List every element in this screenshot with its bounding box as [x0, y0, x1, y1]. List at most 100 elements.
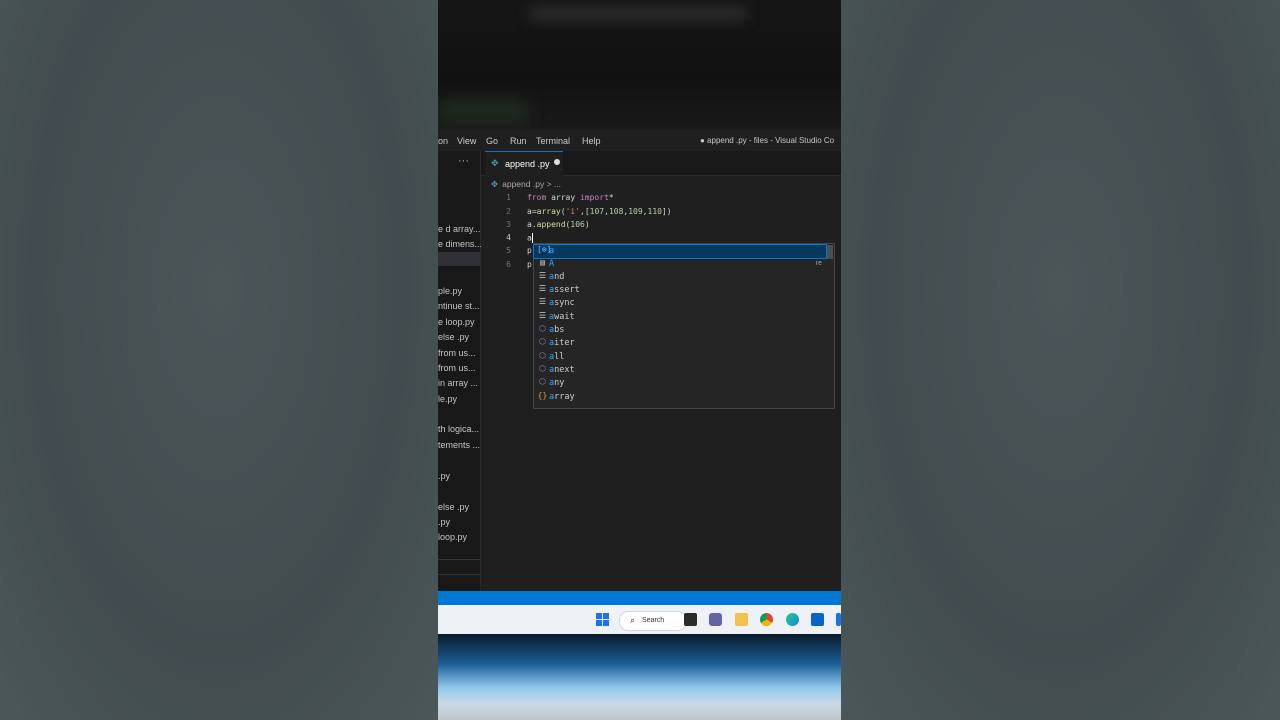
keyword-icon: ☰ [538, 284, 547, 293]
python-file-icon: ✥ [491, 158, 499, 168]
chrome-icon[interactable] [760, 613, 773, 626]
text-cursor [531, 233, 533, 243]
teams-icon[interactable] [709, 613, 722, 626]
breadcrumb-separator: > [546, 179, 552, 189]
menu-item-go[interactable]: Go [486, 136, 498, 146]
suggestion-item[interactable]: ☰ async [534, 297, 826, 310]
suggestion-item[interactable]: ⬡ abs [534, 324, 826, 337]
line-number: 3 [506, 220, 511, 229]
right-blurred-backdrop [841, 0, 1280, 720]
function-icon: ⬡ [539, 324, 546, 333]
blurred-bottom-area [438, 634, 841, 720]
suggestion-label: abs [549, 325, 565, 335]
left-blurred-backdrop [0, 0, 438, 720]
suggestion-item[interactable]: ⬡ any [534, 377, 826, 390]
suggestion-item[interactable]: ⬡ aiter [534, 337, 826, 350]
explorer-file[interactable]: le.py [438, 394, 457, 404]
store-icon[interactable] [836, 613, 841, 626]
suggestion-widget: [⊗] a ▤ A re ☰ and ☰ assert ☰ async ☰ aw… [533, 243, 835, 409]
explorer-file[interactable]: .py [438, 517, 450, 527]
module-icon: {} [537, 391, 548, 400]
suggestion-label: and [549, 272, 565, 282]
line-number: 2 [506, 207, 511, 216]
search-icon: ⌕ [630, 615, 636, 625]
code-line-6[interactable]: p [527, 260, 532, 269]
explorer-file[interactable]: from us... [438, 348, 476, 358]
more-actions-icon[interactable]: ··· [458, 155, 469, 167]
explorer-file[interactable]: loop.py [438, 532, 467, 542]
explorer-file[interactable]: tements ... [438, 440, 480, 450]
explorer-file[interactable]: from us... [438, 363, 476, 373]
divider [438, 559, 480, 560]
breadcrumb-file[interactable]: append .py [502, 179, 544, 189]
suggestion-label: a [549, 246, 555, 256]
code-line-1[interactable]: from array import* [527, 193, 614, 202]
class-icon: ▤ [540, 258, 545, 267]
menu-item-help[interactable]: Help [582, 136, 601, 146]
keyword-icon: ☰ [538, 271, 547, 280]
suggestion-item[interactable]: ▤ A re [534, 258, 826, 271]
search-label: Search [642, 617, 665, 624]
suggestion-label: await [549, 312, 575, 322]
suggestion-item[interactable]: ⬡ all [534, 351, 826, 364]
explorer-file[interactable]: .py [438, 471, 450, 481]
taskbar-search[interactable]: ⌕ Search [619, 611, 687, 631]
explorer-file[interactable]: ntinue st... [438, 301, 480, 311]
divider [438, 574, 480, 575]
explorer-file[interactable]: e loop.py [438, 317, 475, 327]
suggestion-label: async [549, 298, 575, 308]
suggestion-item[interactable]: {} array [534, 391, 826, 404]
menu-item-view[interactable]: View [457, 136, 476, 146]
edge-icon[interactable] [786, 613, 799, 626]
breadcrumb-more[interactable]: ... [554, 179, 561, 189]
explorer-file[interactable]: else .py [438, 502, 469, 512]
explorer-file[interactable]: ple.py [438, 286, 462, 296]
explorer-file[interactable]: in array ... [438, 378, 478, 388]
python-file-icon: ✥ [491, 179, 499, 189]
file-explorer-icon[interactable] [735, 613, 748, 626]
suggestion-label: all [549, 352, 565, 362]
suggestion-detail: re [815, 260, 822, 267]
suggestion-label: aiter [549, 338, 575, 348]
taskbar: ⌕ Search [438, 605, 841, 634]
variable-icon: [⊗] [537, 245, 552, 254]
breadcrumb: ✥ append .py > ... [491, 179, 561, 190]
function-icon: ⬡ [539, 364, 546, 373]
task-view-icon[interactable] [684, 613, 697, 626]
code-line-4[interactable]: a [527, 233, 533, 243]
code-line-3[interactable]: a.append(106) [527, 220, 590, 229]
code-line-5[interactable]: p [527, 246, 532, 255]
menu-item-run[interactable]: Run [510, 136, 527, 146]
line-number: 1 [506, 193, 511, 202]
blurred-top-area [438, 0, 841, 130]
mail-icon[interactable] [811, 613, 824, 626]
function-icon: ⬡ [539, 377, 546, 386]
tab-append-py[interactable]: ✥ append .py [485, 151, 563, 176]
menu-bar: on View Go Run Terminal Help ● append .p… [438, 130, 841, 151]
suggestion-item[interactable]: ⬡ anext [534, 364, 826, 377]
line-number: 4 [506, 233, 511, 242]
explorer-file[interactable]: else .py [438, 332, 469, 342]
suggestion-item[interactable]: ☰ await [534, 311, 826, 324]
suggestion-label: any [549, 378, 565, 388]
suggestion-item[interactable]: ☰ and [534, 271, 826, 284]
keyword-icon: ☰ [538, 311, 547, 320]
explorer-file[interactable]: e d array... [438, 224, 480, 234]
suggestion-item[interactable]: ☰ assert [534, 284, 826, 297]
line-number: 6 [506, 260, 511, 269]
line-number: 5 [506, 246, 511, 255]
menu-item-terminal[interactable]: Terminal [536, 136, 570, 146]
code-line-2[interactable]: a=array('i',[107,108,109,110]) [527, 207, 672, 216]
suggestion-label: assert [549, 285, 580, 295]
menu-item-selection[interactable]: on [438, 136, 448, 146]
unsaved-dot-icon[interactable] [554, 159, 560, 165]
suggestion-label: array [549, 392, 575, 402]
explorer-file[interactable]: th logica... [438, 424, 479, 434]
suggestion-scrollbar[interactable] [827, 245, 833, 259]
keyword-icon: ☰ [538, 297, 547, 306]
tab-label: append .py [505, 159, 550, 169]
suggestion-item[interactable]: [⊗] a [533, 244, 827, 259]
explorer-file[interactable]: e dimens... [438, 239, 482, 249]
windows-start-icon[interactable] [596, 613, 610, 627]
suggestion-label: A [549, 259, 555, 269]
